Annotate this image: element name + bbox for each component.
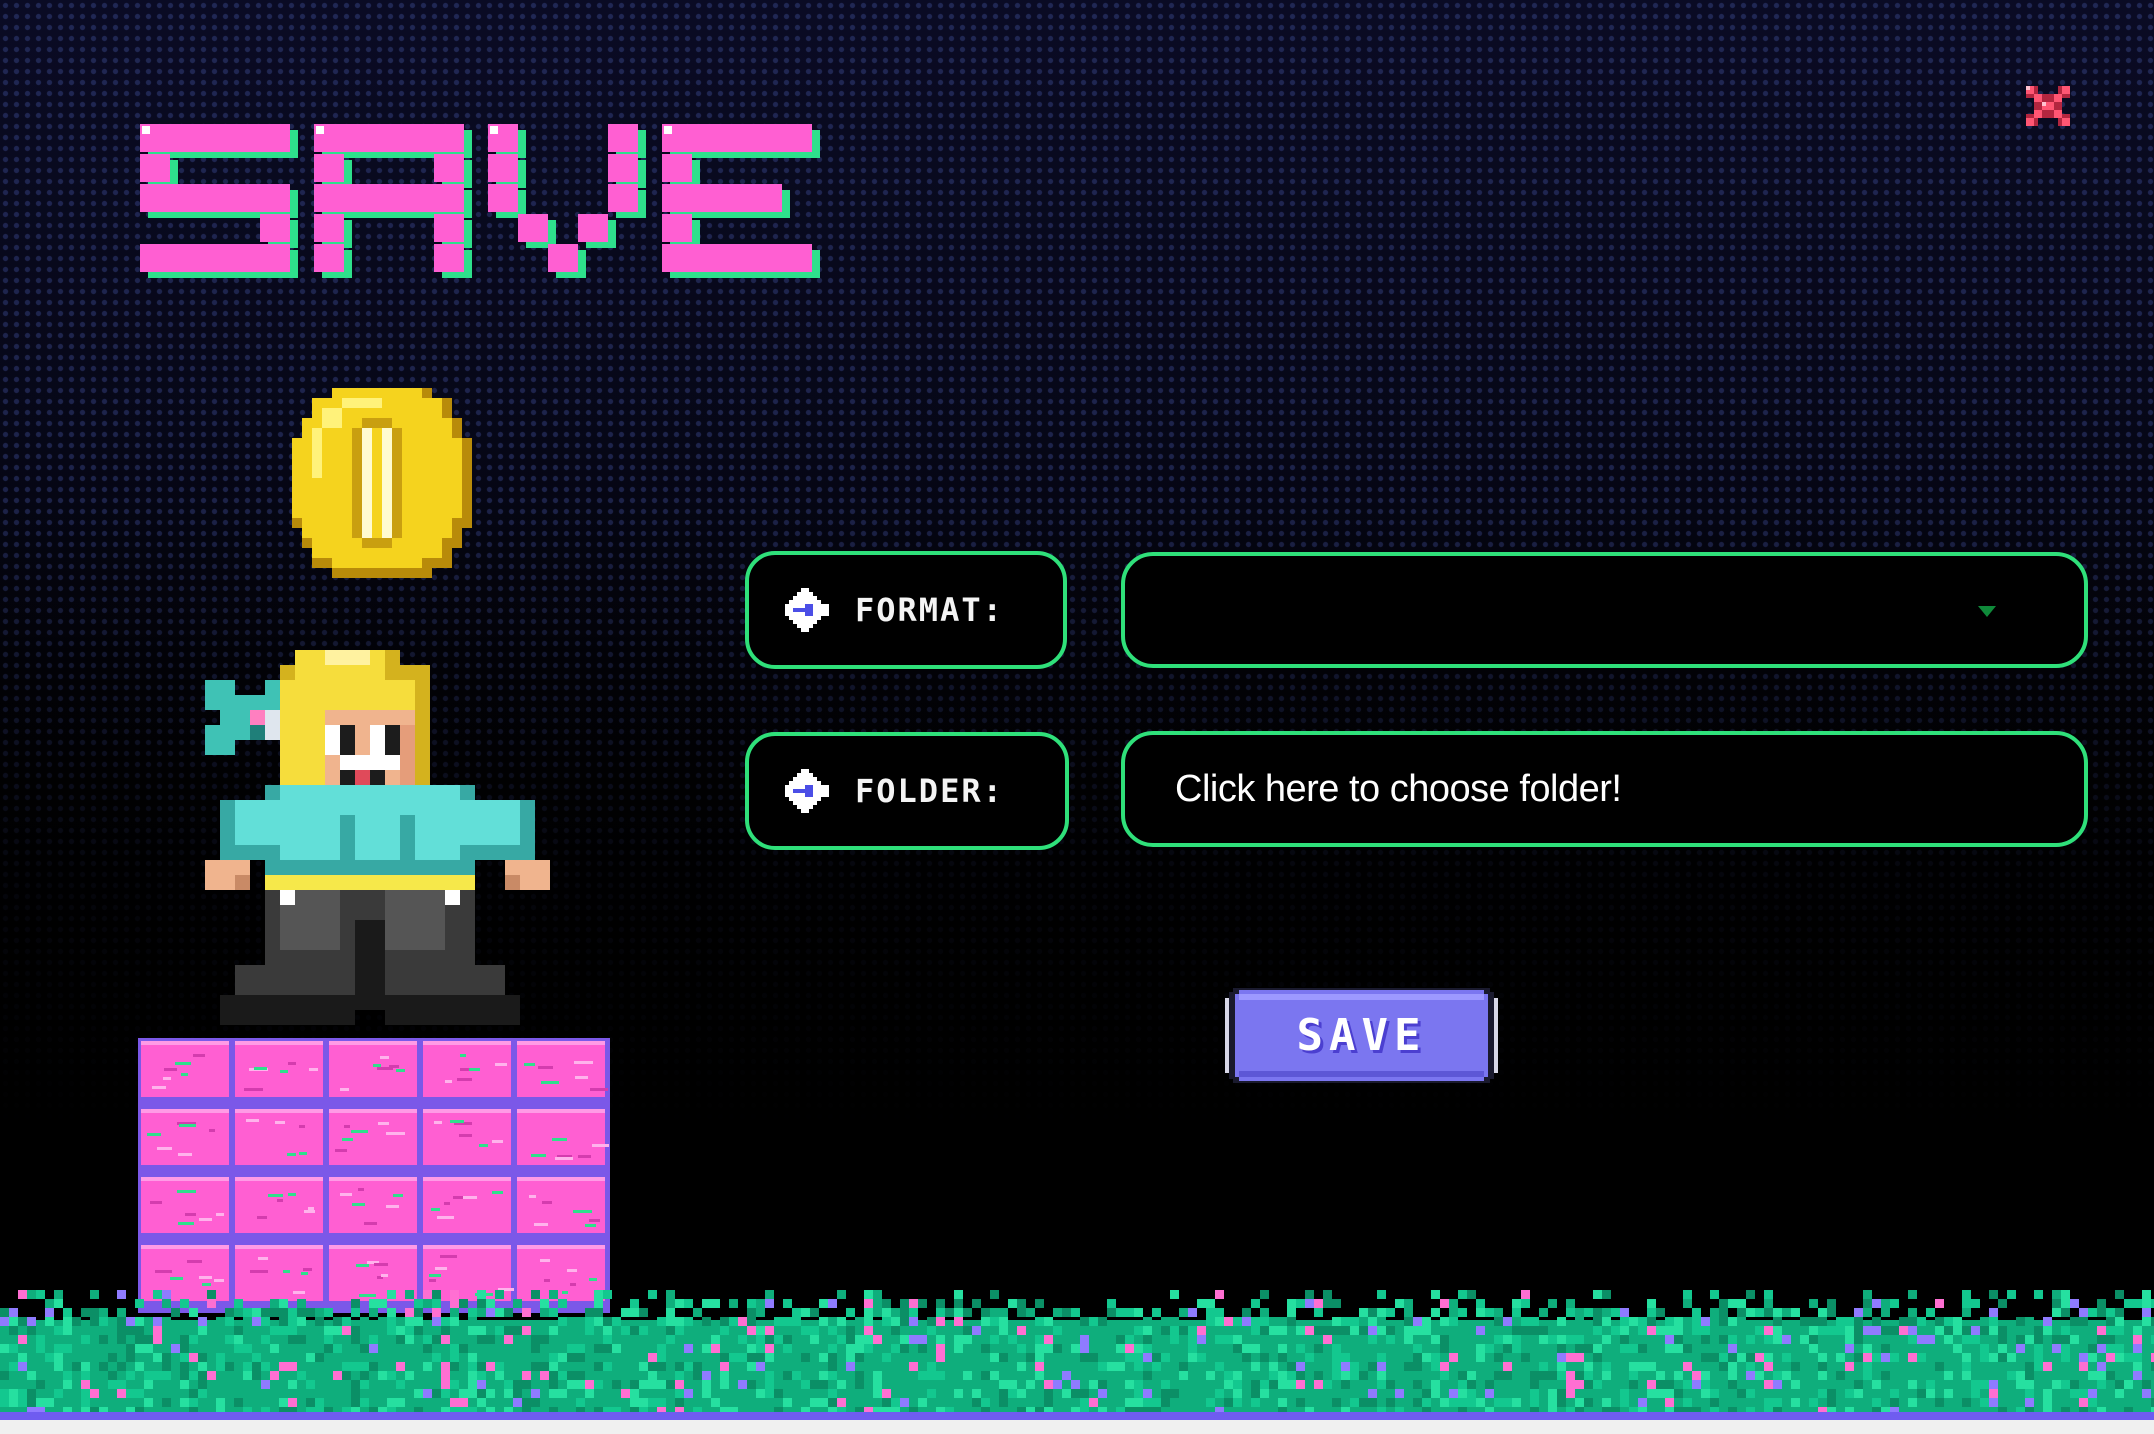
format-label-text: FORMAT:: [855, 591, 1004, 629]
title-letter-e: [662, 124, 820, 278]
save-dialog: FORMAT: FOLDER: Click here to choose fol…: [0, 0, 2154, 1420]
format-select[interactable]: [1121, 552, 2088, 668]
close-icon: [2026, 86, 2070, 126]
coin-icon: [282, 378, 482, 588]
folder-label-text: FOLDER:: [855, 772, 1004, 810]
format-label: FORMAT:: [745, 551, 1067, 669]
title-letter-a: [314, 124, 472, 278]
dropdown-arrow-icon[interactable]: [1978, 606, 1996, 617]
page-title: [140, 110, 880, 290]
folder-picker-placeholder: Click here to choose folder!: [1175, 767, 1622, 810]
pixel-title-graphic: [140, 124, 820, 278]
title-letter-s: [140, 124, 298, 278]
close-button[interactable]: [2022, 82, 2074, 130]
save-button-label: SAVE: [1296, 1010, 1427, 1061]
folder-picker-input[interactable]: Click here to choose folder!: [1121, 731, 2088, 847]
arrow-right-icon: [785, 769, 829, 813]
hero-character: [205, 650, 550, 1040]
pink-brick-block: [138, 1038, 610, 1313]
arrow-right-icon: [785, 588, 829, 632]
save-button[interactable]: SAVE: [1225, 984, 1498, 1087]
title-letter-v: [488, 124, 646, 278]
pixel-grass: [0, 1290, 2154, 1420]
folder-label: FOLDER:: [745, 732, 1069, 850]
